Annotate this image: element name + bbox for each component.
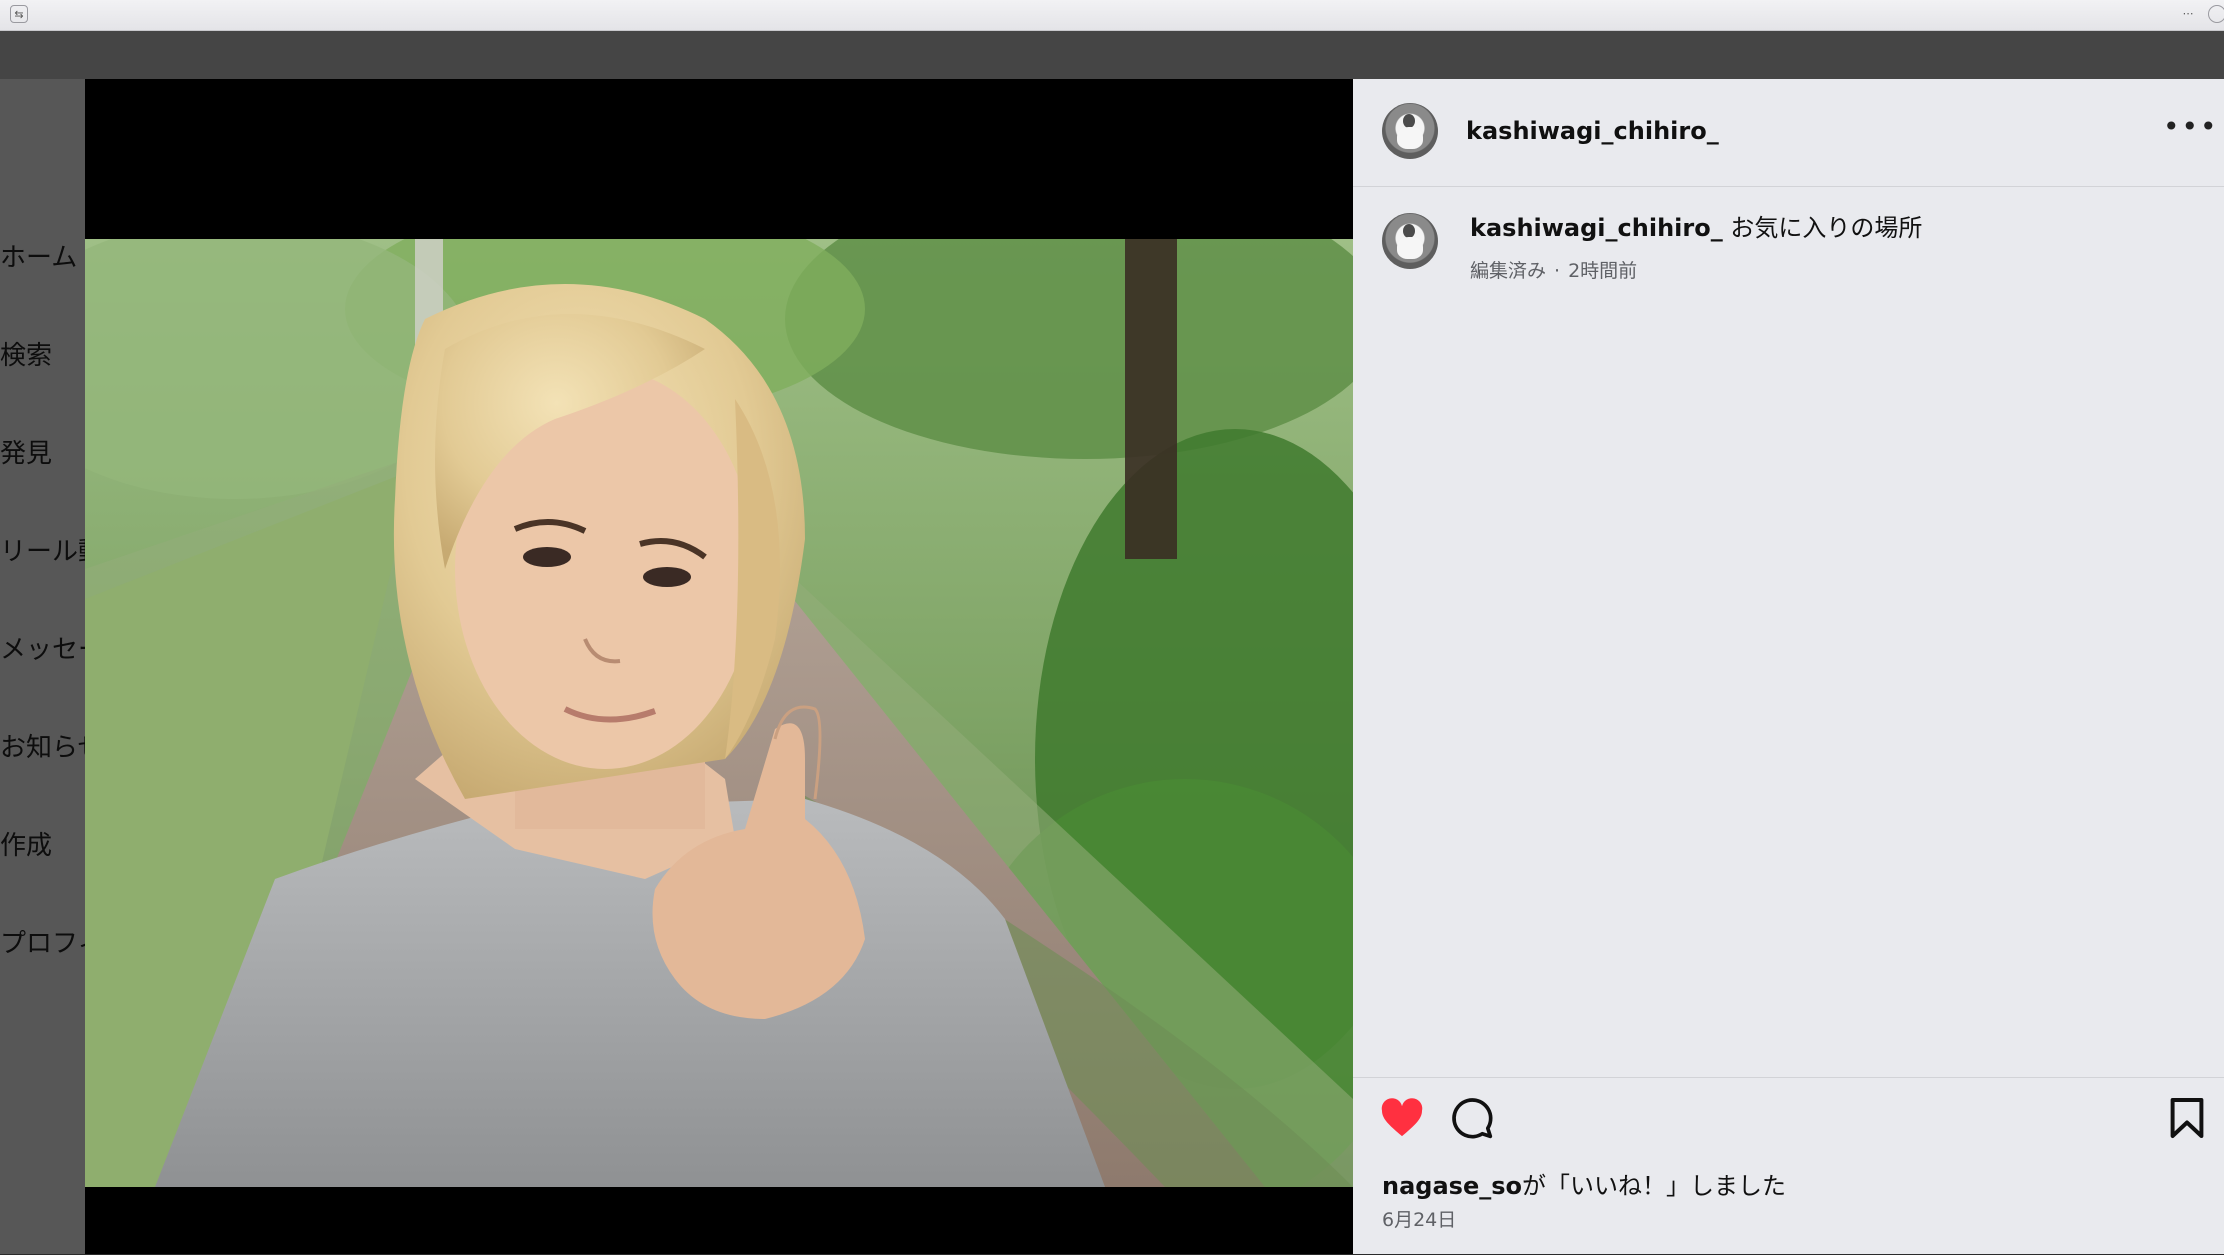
sidebar-item-create[interactable]: 作成	[0, 830, 52, 862]
edited-label: 編集済み	[1470, 260, 1547, 282]
browser-toolbar: ⇆ ⋯	[0, 0, 2224, 31]
caption-username[interactable]: kashiwagi_chihiro_	[1470, 214, 1723, 242]
tab-overview-icon[interactable]: ⇆	[10, 5, 28, 23]
post-date[interactable]: 6月24日	[1382, 1205, 1456, 1232]
post-details-panel: kashiwagi_chihiro_ ••• kashiwagi_chihiro…	[1353, 79, 2224, 1254]
overlay-backdrop	[0, 31, 2224, 79]
post-actions: nagase_soが「いいね！」しました 6月24日	[1353, 1077, 2224, 1255]
sidebar-item-profile[interactable]: プロフィール	[0, 928, 85, 960]
liked-by-username[interactable]: nagase_so	[1382, 1172, 1522, 1200]
author-avatar[interactable]	[1382, 103, 1438, 159]
sidebar-nav: ホーム 検索 発見 リール動画 メッセージ お知らせ 作成 プロフィール	[0, 79, 85, 1254]
post-photo[interactable]	[85, 239, 1353, 1187]
more-horizontal-icon[interactable]: •••	[2163, 113, 2217, 143]
liked-by-suffix: が「いいね！」しました	[1522, 1172, 1786, 1200]
sidebar-item-reels[interactable]: リール動画	[0, 536, 85, 568]
bookmark-icon[interactable]	[2169, 1096, 2205, 1144]
profile-icon[interactable]	[2208, 5, 2224, 23]
caption-avatar[interactable]	[1382, 213, 1438, 269]
sidebar-item-explore[interactable]: 発見	[0, 438, 52, 470]
heart-icon[interactable]	[1380, 1098, 1424, 1142]
sidebar-item-search[interactable]: 検索	[0, 340, 52, 372]
post-caption: kashiwagi_chihiro_ お気に入りの場所	[1470, 213, 1922, 243]
caption-meta: 編集済み · 2時間前	[1470, 256, 1645, 283]
liked-by-text: nagase_soが「いいね！」しました	[1382, 1166, 1786, 1201]
time-ago[interactable]: 2時間前	[1568, 260, 1637, 282]
sidebar-item-messages[interactable]: メッセージ	[0, 634, 85, 666]
sidebar-item-notifications[interactable]: お知らせ	[0, 732, 85, 764]
author-username[interactable]: kashiwagi_chihiro_	[1466, 116, 1719, 146]
meta-separator: ·	[1554, 260, 1561, 282]
post-media	[85, 79, 1353, 1254]
sidebar-item-home[interactable]: ホーム	[0, 242, 77, 274]
extensions-icon[interactable]: ⋯	[2178, 5, 2198, 23]
caption-text: お気に入りの場所	[1730, 214, 1923, 242]
post-header: kashiwagi_chihiro_ •••	[1353, 79, 2224, 187]
comment-icon[interactable]	[1450, 1096, 1494, 1144]
